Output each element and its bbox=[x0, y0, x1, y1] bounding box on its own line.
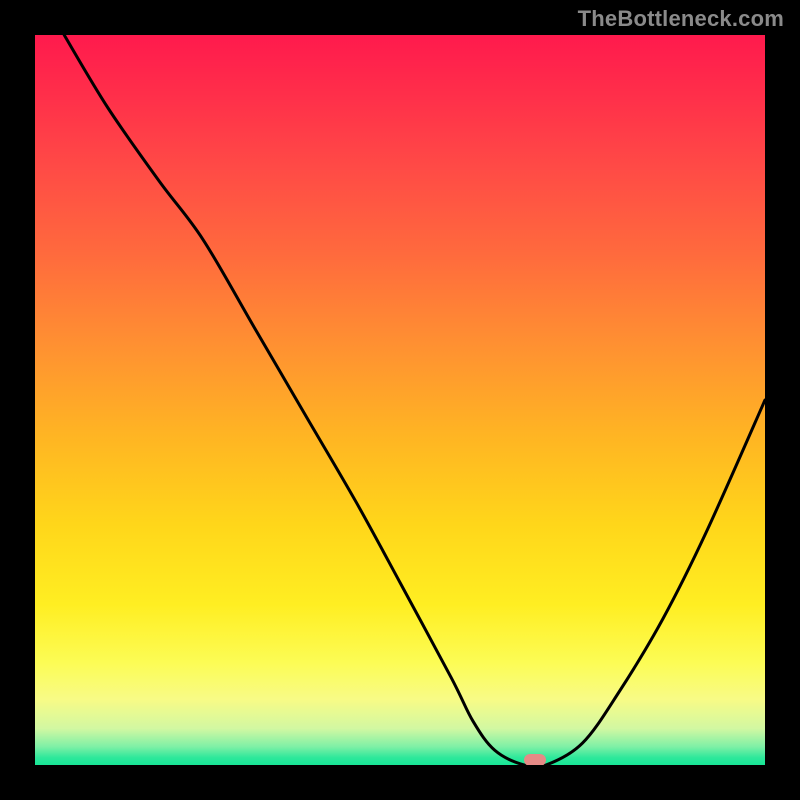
plot-area bbox=[35, 35, 765, 765]
optimal-marker bbox=[524, 754, 546, 765]
bottleneck-curve bbox=[35, 35, 765, 765]
chart-frame: TheBottleneck.com bbox=[0, 0, 800, 800]
watermark-text: TheBottleneck.com bbox=[578, 6, 784, 32]
curve-path bbox=[64, 35, 765, 765]
